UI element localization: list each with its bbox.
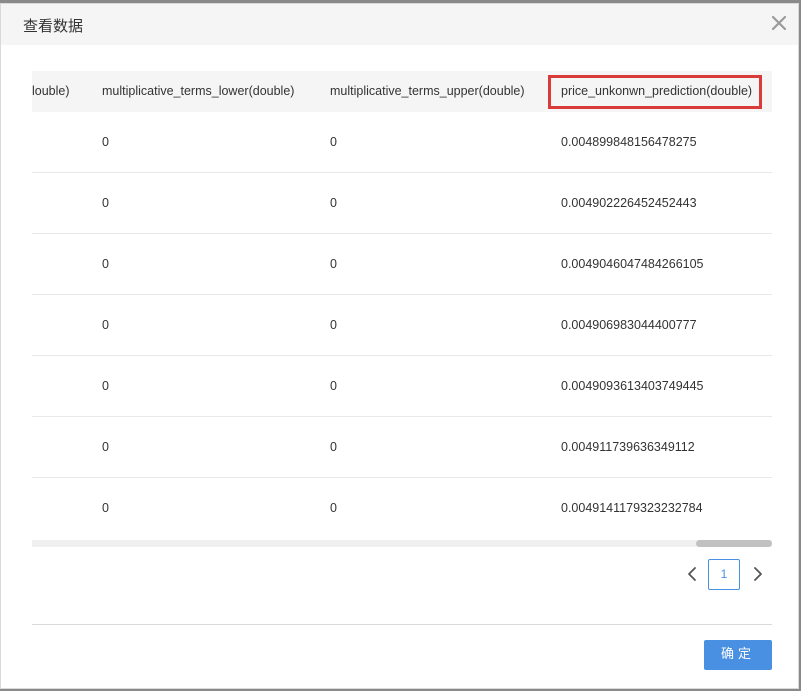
table-cell: 0 (102, 501, 109, 515)
table-cell: 0 (102, 257, 109, 271)
data-table: louble) multiplicative_terms_lower(doubl… (32, 71, 772, 547)
table-cell: 0.004906983044400777 (561, 318, 697, 332)
table-row: 0 0 0.004911739636349112 (32, 417, 772, 478)
table-row: 0 0 0.0049046047484266105 (32, 234, 772, 295)
close-icon[interactable] (770, 12, 788, 34)
table-cell: 0 (102, 196, 109, 210)
column-header-multiplicative-terms-lower: multiplicative_terms_lower(double) (102, 84, 295, 98)
table-cell: 0.004911739636349112 (561, 440, 695, 454)
column-header-partial: louble) (32, 84, 70, 98)
footer-divider (32, 624, 772, 625)
chevron-left-icon[interactable] (684, 565, 702, 583)
table-cell: 0 (330, 196, 337, 210)
table-cell: 0 (102, 318, 109, 332)
table-row: 0 0 0.004902226452452443 (32, 173, 772, 234)
table-cell: 0 (330, 440, 337, 454)
table-cell: 0 (330, 379, 337, 393)
chevron-right-icon[interactable] (748, 565, 766, 583)
table-cell: 0 (102, 379, 109, 393)
scrollbar-thumb[interactable] (696, 540, 772, 547)
table-cell: 0 (330, 501, 337, 515)
confirm-button[interactable]: 确定 (704, 640, 772, 670)
highlight-box (548, 75, 762, 109)
table-cell: 0 (102, 440, 109, 454)
table-cell: 0 (102, 135, 109, 149)
table-cell: 0.0049093613403749445 (561, 379, 704, 393)
table-cell: 0.0049046047484266105 (561, 257, 704, 271)
table-cell: 0.0049141179323232784 (561, 501, 703, 515)
table-header: louble) multiplicative_terms_lower(doubl… (32, 71, 772, 112)
table-cell: 0.004899848156478275 (561, 135, 697, 149)
horizontal-scrollbar[interactable] (32, 540, 772, 547)
table-cell: 0.004902226452452443 (561, 196, 697, 210)
table-row: 0 0 0.004899848156478275 (32, 112, 772, 173)
table-row: 0 0 0.0049141179323232784 (32, 478, 772, 539)
table-row: 0 0 0.004906983044400777 (32, 295, 772, 356)
table-row: 0 0 0.0049093613403749445 (32, 356, 772, 417)
table-cell: 0 (330, 135, 337, 149)
table-cell: 0 (330, 257, 337, 271)
table-cell: 0 (330, 318, 337, 332)
pagination-page[interactable]: 1 (708, 559, 740, 590)
dialog-header: 查看数据 (1, 4, 798, 45)
column-header-multiplicative-terms-upper: multiplicative_terms_upper(double) (330, 84, 525, 98)
dialog-title: 查看数据 (23, 17, 84, 35)
